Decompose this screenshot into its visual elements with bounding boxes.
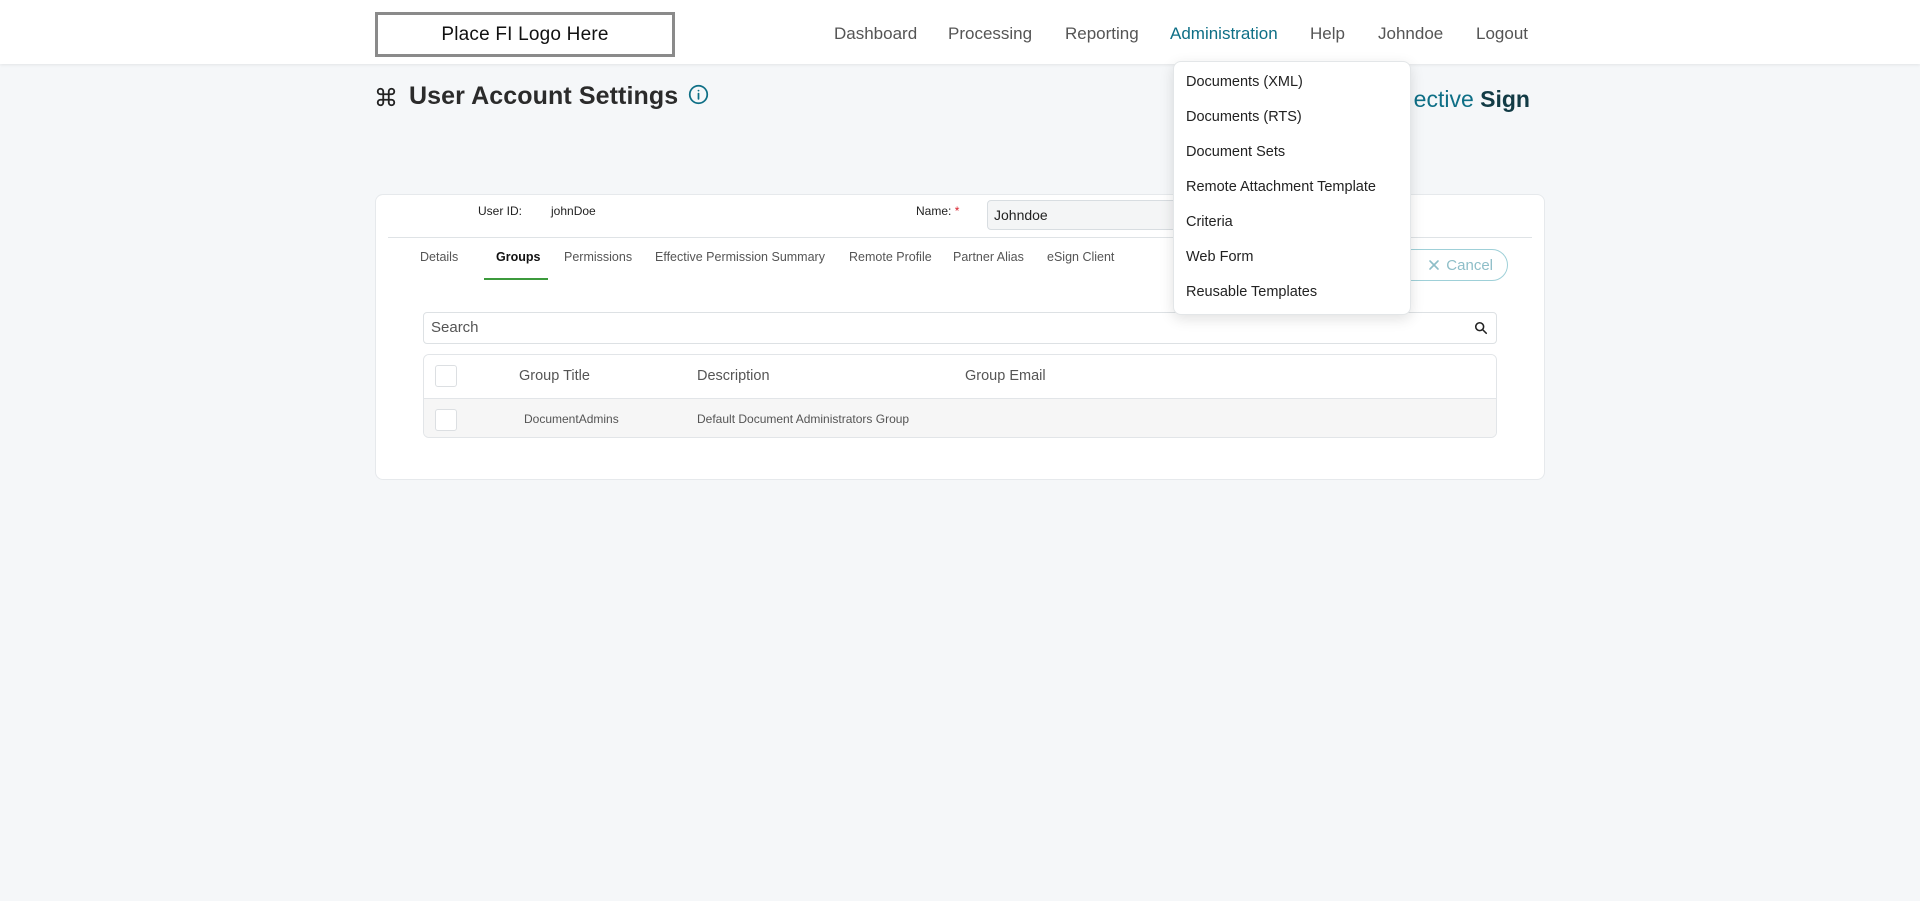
user-id-value: johnDoe bbox=[551, 204, 596, 218]
top-header: Place FI Logo Here Dashboard Processing … bbox=[0, 0, 1920, 64]
tab-remote-profile[interactable]: Remote Profile bbox=[849, 250, 932, 264]
menu-item-web-form[interactable]: Web Form bbox=[1186, 249, 1253, 265]
page-title: User Account Settings bbox=[409, 82, 679, 110]
logo-placeholder[interactable]: Place FI Logo Here bbox=[375, 12, 675, 57]
close-icon bbox=[1429, 260, 1440, 270]
tab-effective-permission-summary[interactable]: Effective Permission Summary bbox=[655, 250, 825, 264]
search-icon[interactable] bbox=[1474, 321, 1488, 335]
name-label-text: Name: bbox=[916, 204, 952, 218]
column-header-description[interactable]: Description bbox=[697, 368, 770, 384]
cancel-label: Cancel bbox=[1446, 256, 1493, 274]
tab-partner-alias[interactable]: Partner Alias bbox=[953, 250, 1024, 264]
nav-user-johndoe[interactable]: Johndoe bbox=[1378, 24, 1443, 44]
brand-bold: Sign bbox=[1480, 86, 1530, 112]
table-header: Group Title Description Group Email bbox=[424, 355, 1496, 399]
search-placeholder: Search bbox=[431, 319, 479, 336]
administration-dropdown-menu: Documents (XML) Documents (RTS) Document… bbox=[1173, 61, 1411, 315]
name-label: Name: * bbox=[916, 204, 959, 218]
menu-item-criteria[interactable]: Criteria bbox=[1186, 214, 1233, 230]
menu-item-remote-attachment-template[interactable]: Remote Attachment Template bbox=[1186, 179, 1376, 195]
tab-details[interactable]: Details bbox=[420, 250, 458, 264]
menu-item-documents-xml[interactable]: Documents (XML) bbox=[1186, 74, 1303, 90]
nav-help[interactable]: Help bbox=[1310, 24, 1345, 44]
row-checkbox[interactable] bbox=[435, 409, 457, 431]
column-header-group-title[interactable]: Group Title bbox=[519, 368, 590, 384]
groups-table: Group Title Description Group Email Docu… bbox=[423, 354, 1497, 438]
cancel-button[interactable]: Cancel bbox=[1396, 249, 1508, 281]
info-icon[interactable] bbox=[688, 84, 709, 105]
command-icon bbox=[376, 87, 396, 106]
tab-esign-client[interactable]: eSign Client bbox=[1047, 250, 1114, 264]
tab-permissions[interactable]: Permissions bbox=[564, 250, 632, 264]
nav-logout[interactable]: Logout bbox=[1476, 24, 1528, 44]
user-id-label: User ID: bbox=[478, 204, 523, 218]
brand-prefix: ective bbox=[1413, 86, 1481, 112]
menu-item-reusable-templates[interactable]: Reusable Templates bbox=[1186, 284, 1317, 300]
select-all-checkbox[interactable] bbox=[435, 365, 457, 387]
page-heading: User Account Settings bbox=[375, 82, 709, 111]
required-marker: * bbox=[954, 204, 960, 218]
menu-item-document-sets[interactable]: Document Sets bbox=[1186, 144, 1285, 160]
tab-groups[interactable]: Groups bbox=[496, 250, 540, 264]
nav-processing[interactable]: Processing bbox=[948, 24, 1032, 44]
active-tab-indicator bbox=[484, 278, 548, 280]
nav-dashboard[interactable]: Dashboard bbox=[834, 24, 917, 44]
menu-item-documents-rts[interactable]: Documents (RTS) bbox=[1186, 109, 1302, 125]
nav-reporting[interactable]: Reporting bbox=[1065, 24, 1139, 44]
table-row[interactable]: DocumentAdmins Default Document Administ… bbox=[424, 399, 1496, 437]
column-header-group-email[interactable]: Group Email bbox=[965, 368, 1046, 384]
nav-administration[interactable]: Administration bbox=[1170, 24, 1278, 44]
cell-group-title: DocumentAdmins bbox=[524, 412, 619, 426]
search-input[interactable]: Search bbox=[423, 312, 1497, 344]
cell-description: Default Document Administrators Group bbox=[697, 412, 910, 426]
